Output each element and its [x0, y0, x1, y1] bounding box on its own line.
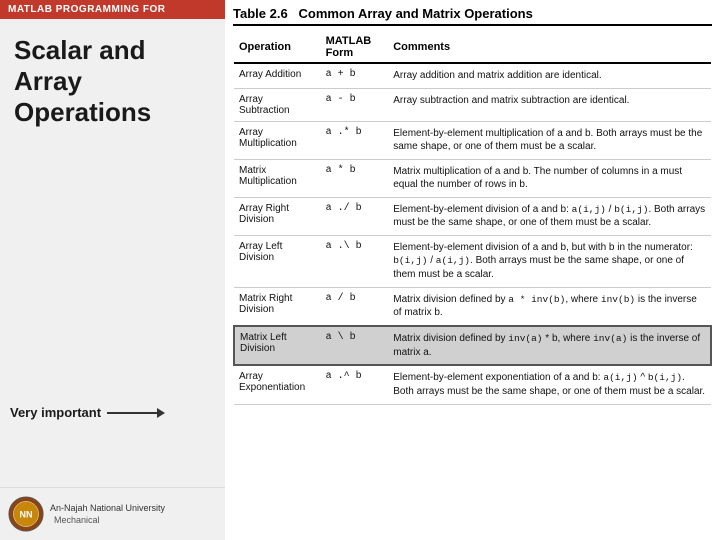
- university-info: An-Najah National University Mechanical: [50, 503, 165, 525]
- table-row: Array Multiplicationa .* bElement-by-ele…: [234, 121, 711, 159]
- cell-comments: Element-by-element division of a and b, …: [388, 235, 711, 287]
- table-title-text: Common Array and Matrix Operations: [299, 6, 533, 21]
- table-row: Array Subtractiona - bArray subtraction …: [234, 88, 711, 121]
- cell-operation: Matrix Left Division: [234, 326, 321, 365]
- table-row: Array Exponentiationa .^ bElement-by-ele…: [234, 365, 711, 404]
- cell-operation: Array Right Division: [234, 197, 321, 235]
- cell-operation: Array Subtraction: [234, 88, 321, 121]
- cell-comments: Element-by-element division of a and b: …: [388, 197, 711, 235]
- cell-matlab-form: a \ b: [321, 326, 389, 365]
- col-header-matlab: MATLAB Form: [321, 32, 389, 63]
- cell-matlab-form: a .\ b: [321, 235, 389, 287]
- cell-matlab-form: a ./ b: [321, 197, 389, 235]
- cell-operation: Array Left Division: [234, 235, 321, 287]
- cell-matlab-form: a * b: [321, 159, 389, 197]
- cell-matlab-form: a .* b: [321, 121, 389, 159]
- cell-operation: Matrix Multiplication: [234, 159, 321, 197]
- cell-comments: Matrix multiplication of a and b. The nu…: [388, 159, 711, 197]
- cell-operation: Array Exponentiation: [234, 365, 321, 404]
- mechanical-label: Mechanical: [54, 515, 165, 525]
- table-row: Array Additiona + bArray addition and ma…: [234, 63, 711, 88]
- cell-comments: Element-by-element exponentiation of a a…: [388, 365, 711, 404]
- main-content: Table 2.6 Common Array and Matrix Operat…: [225, 0, 720, 540]
- svg-text:NN: NN: [20, 510, 33, 520]
- operations-table: Operation MATLAB Form Comments Array Add…: [233, 32, 712, 405]
- cell-operation: Array Addition: [234, 63, 321, 88]
- cell-comments: Matrix division defined by a * inv(b), w…: [388, 287, 711, 326]
- university-logo-icon: NN: [8, 496, 44, 532]
- sidebar-footer: NN An-Najah National University Mechanic…: [0, 487, 225, 540]
- cell-comments: Element-by-element multiplication of a a…: [388, 121, 711, 159]
- cell-comments: Array addition and matrix addition are i…: [388, 63, 711, 88]
- sidebar-header: MATLAB PROGRAMMING FOR: [0, 0, 225, 19]
- cell-matlab-form: a / b: [321, 287, 389, 326]
- cell-matlab-form: a - b: [321, 88, 389, 121]
- sidebar: MATLAB PROGRAMMING FOR Scalar and Array …: [0, 0, 225, 540]
- university-name-text: An-Najah National University: [50, 503, 165, 515]
- table-row: Matrix Left Divisiona \ bMatrix division…: [234, 326, 711, 365]
- table-row: Matrix Right Divisiona / bMatrix divisio…: [234, 287, 711, 326]
- table-row: Matrix Multiplicationa * bMatrix multipl…: [234, 159, 711, 197]
- cell-comments: Matrix division defined by inv(a) * b, w…: [388, 326, 711, 365]
- cell-operation: Matrix Right Division: [234, 287, 321, 326]
- cell-matlab-form: a .^ b: [321, 365, 389, 404]
- table-title: Table 2.6 Common Array and Matrix Operat…: [233, 6, 712, 26]
- cell-comments: Array subtraction and matrix subtraction…: [388, 88, 711, 121]
- table-row: Array Left Divisiona .\ bElement-by-elem…: [234, 235, 711, 287]
- very-important-annotation: Very important: [10, 405, 165, 420]
- table-row: Array Right Divisiona ./ bElement-by-ele…: [234, 197, 711, 235]
- cell-matlab-form: a + b: [321, 63, 389, 88]
- col-header-operation: Operation: [234, 32, 321, 63]
- cell-operation: Array Multiplication: [234, 121, 321, 159]
- arrow-icon: [107, 408, 165, 418]
- very-important-label: Very important: [10, 405, 101, 420]
- sidebar-title: Scalar and Array Operations: [0, 19, 225, 139]
- table-number: Table 2.6: [233, 6, 288, 21]
- col-header-comments: Comments: [388, 32, 711, 63]
